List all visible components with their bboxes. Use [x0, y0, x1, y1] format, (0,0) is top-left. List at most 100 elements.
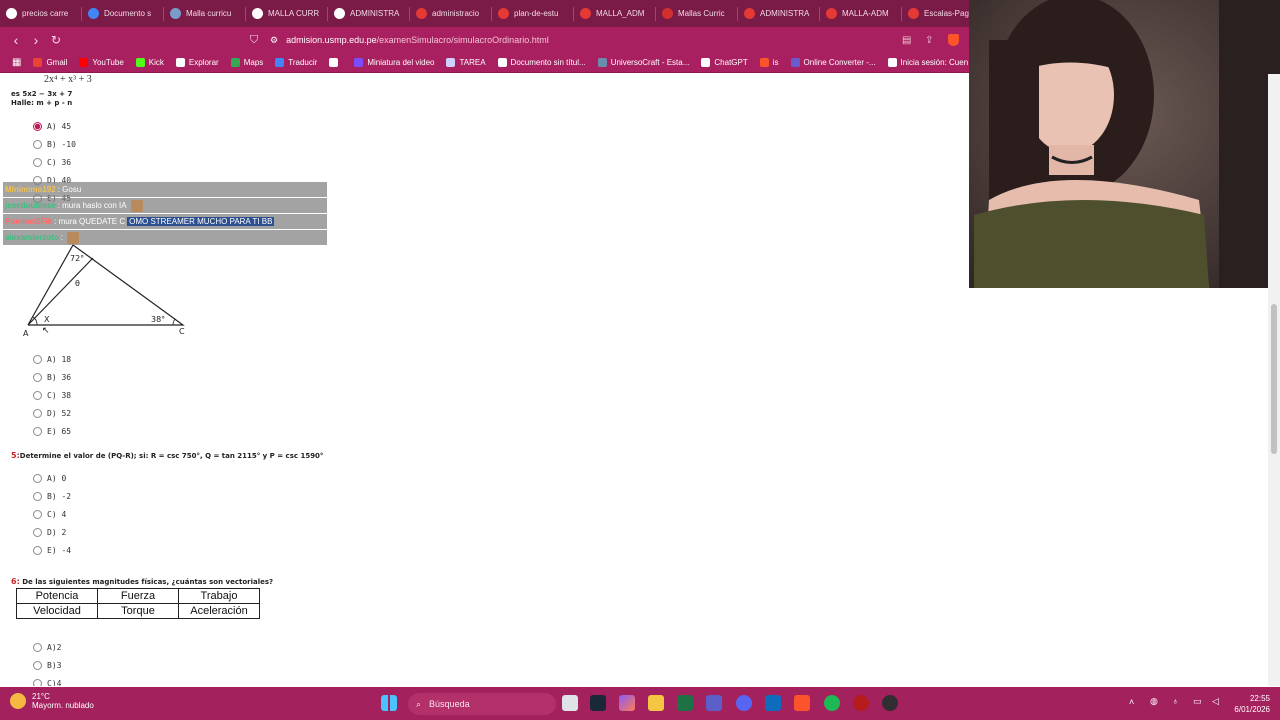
bookmark-item[interactable]: Explorar	[170, 58, 225, 67]
radio-button[interactable]	[33, 661, 42, 670]
radio-button[interactable]	[33, 474, 42, 483]
option-label: A) 0	[47, 474, 67, 483]
brave-browser-icon[interactable]	[794, 695, 810, 711]
tab-label: MALLA_ADM	[596, 9, 645, 18]
taskbar-clock[interactable]: 22:55 6/01/2026	[1234, 693, 1270, 715]
radio-button[interactable]	[33, 140, 42, 149]
teams-icon[interactable]	[706, 695, 722, 711]
radio-button[interactable]	[33, 510, 42, 519]
bookmark-item[interactable]: Maps	[225, 58, 270, 67]
mail-icon[interactable]	[765, 695, 781, 711]
steam-icon[interactable]	[590, 695, 606, 711]
question-6-option[interactable]: C)4	[33, 679, 61, 686]
display-icon[interactable]: ▭	[1193, 696, 1202, 707]
share-icon[interactable]: ⇪	[925, 35, 933, 46]
forward-icon[interactable]: ›	[26, 32, 46, 48]
bookmark-item[interactable]: UniversoCraft - Esta...	[592, 58, 696, 67]
tray-chevron-icon[interactable]: ˄	[1129, 697, 1134, 707]
file-explorer-icon[interactable]	[648, 695, 664, 711]
bookmark-item[interactable]: Traducir	[269, 58, 323, 67]
browser-tab[interactable]: MALLA CURR	[246, 0, 327, 27]
question-5-option[interactable]: A) 0	[33, 474, 66, 483]
browser-tab[interactable]: Documento s	[82, 0, 163, 27]
radio-button[interactable]	[33, 158, 42, 167]
bookmark-item[interactable]: YouTube	[73, 58, 129, 67]
bookmark-item[interactable]: Documento sin títul...	[492, 58, 592, 67]
copilot-icon[interactable]	[619, 695, 635, 711]
address-bar[interactable]: ⚙ admision.usmp.edu.pe/examenSimulacro/s…	[270, 31, 549, 49]
question-6-option[interactable]: A)2	[33, 643, 61, 652]
radio-button[interactable]	[33, 492, 42, 501]
question-5-option[interactable]: E) -4	[33, 546, 71, 555]
taskbar-search[interactable]: ⌕ Búsqueda	[408, 693, 556, 715]
browser-tab[interactable]: plan-de-estu	[492, 0, 573, 27]
radio-button[interactable]	[33, 546, 42, 555]
browser-tab[interactable]: Mallas Curric	[656, 0, 737, 27]
excel-icon[interactable]	[677, 695, 693, 711]
browser-tab[interactable]: MALLA-ADM	[820, 0, 901, 27]
bookmark-label: Documento sin títul...	[510, 58, 586, 67]
site-info-icon[interactable]: ⚙	[270, 35, 278, 46]
browser-tab[interactable]: MALLA_ADM	[574, 0, 655, 27]
tab-label: plan-de-estu	[514, 9, 559, 18]
reload-icon[interactable]: ↻	[46, 33, 66, 47]
browser-tab[interactable]: administracio	[410, 0, 491, 27]
bookmark-item[interactable]: Miniatura del video	[348, 58, 440, 67]
network-icon[interactable]: ◍	[1150, 696, 1158, 707]
browser-tab[interactable]: ADMINISTRA	[738, 0, 819, 27]
question-5-option[interactable]: C) 4	[33, 510, 66, 519]
back-icon[interactable]: ‹	[6, 32, 26, 48]
question-3-option[interactable]: B) -10	[33, 140, 76, 149]
bookmark-item[interactable]: Kick	[130, 58, 170, 67]
apps-grid-icon[interactable]: ▦	[6, 57, 27, 68]
weather-widget[interactable]: 21°C Mayorm. nublado	[10, 692, 94, 710]
tab-label: Mallas Curric	[678, 9, 725, 18]
question-3-option[interactable]: C) 36	[33, 158, 71, 167]
radio-button[interactable]	[33, 427, 42, 436]
question-4-option[interactable]: A) 18	[33, 355, 71, 364]
bookmark-item[interactable]: Inicia sesión: Cuen	[882, 58, 975, 67]
bookmark-item[interactable]: ChatGPT	[695, 58, 753, 67]
spotify-icon[interactable]	[824, 695, 840, 711]
bookmark-item[interactable]	[323, 58, 348, 67]
browser-tab[interactable]: Malla curricu	[164, 0, 245, 27]
bookmark-item[interactable]: is	[754, 58, 785, 67]
browser-tab[interactable]: ADMINISTRA	[328, 0, 409, 27]
bookmark-icon[interactable]: ⛉	[244, 34, 264, 47]
volume-icon[interactable]: ◁	[1212, 696, 1219, 707]
task-view-icon[interactable]	[562, 695, 578, 711]
radio-button[interactable]	[33, 643, 42, 652]
radio-button[interactable]	[33, 122, 42, 131]
question-4-option[interactable]: C) 38	[33, 391, 71, 400]
radio-button[interactable]	[33, 679, 42, 686]
discord-icon[interactable]	[736, 695, 752, 711]
reader-icon[interactable]: ▤	[902, 35, 911, 46]
radio-button[interactable]	[33, 355, 42, 364]
question-5-option[interactable]: D) 2	[33, 528, 66, 537]
brave-shield-icon[interactable]	[948, 34, 959, 46]
chat-text: : mura haslo con IA	[57, 201, 127, 210]
chat-username: jesedoublese	[5, 201, 56, 210]
scrollbar-thumb[interactable]	[1271, 304, 1277, 454]
radio-button[interactable]	[33, 528, 42, 537]
microphone-icon[interactable]: ♁	[1172, 696, 1179, 706]
bookmark-label: is	[772, 58, 779, 67]
radio-button[interactable]	[33, 391, 42, 400]
question-4-option[interactable]: B) 36	[33, 373, 71, 382]
radio-button[interactable]	[33, 409, 42, 418]
question-6-option[interactable]: B)3	[33, 661, 61, 670]
browser-tab[interactable]: precios carre	[0, 0, 81, 27]
obs-icon[interactable]	[882, 695, 898, 711]
question-4-option[interactable]: E) 65	[33, 427, 71, 436]
windows-start-icon[interactable]	[381, 695, 397, 711]
radio-button[interactable]	[33, 373, 42, 382]
question-3-option[interactable]: A) 45	[33, 122, 71, 131]
page-scrollbar[interactable]	[1268, 74, 1280, 686]
app-icon[interactable]	[853, 695, 869, 711]
bookmark-icon	[230, 58, 240, 67]
bookmark-item[interactable]: Online Converter -...	[785, 58, 882, 67]
question-4-option[interactable]: D) 52	[33, 409, 71, 418]
bookmark-item[interactable]: TAREA	[440, 58, 491, 67]
bookmark-item[interactable]: Gmail	[27, 58, 73, 67]
question-5-option[interactable]: B) -2	[33, 492, 71, 501]
